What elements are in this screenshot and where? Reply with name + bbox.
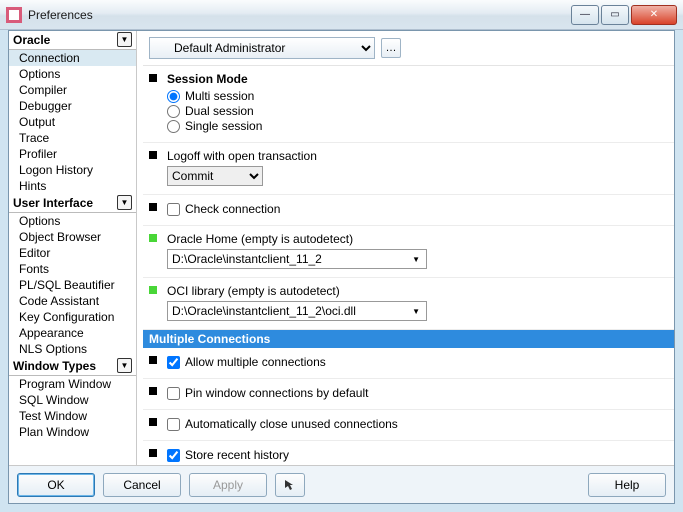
check-connection-block: Check connection [143,195,674,226]
titlebar: Preferences — ▭ ✕ [0,0,683,30]
nav-item[interactable]: Key Configuration [9,309,136,325]
nav-item[interactable]: Appearance [9,325,136,341]
logoff-label: Logoff with open transaction [167,149,664,163]
check-connection-checkbox[interactable]: Check connection [167,202,664,216]
pointer-help-icon [283,478,297,492]
marker-icon [149,356,157,364]
nav-section-user-interface[interactable]: User Interface ▼ [9,194,136,213]
marker-icon [149,387,157,395]
nav-item[interactable]: PL/SQL Beautifier [9,277,136,293]
oracle-home-field[interactable]: D:\Oracle\instantclient_11_2▼ [167,249,427,269]
autoclose-block: Automatically close unused connections [143,410,674,441]
nav-section-window-types[interactable]: Window Types ▼ [9,357,136,376]
help-button[interactable]: Help [588,473,666,497]
logoff-select[interactable]: Commit [167,166,263,186]
oci-library-field[interactable]: D:\Oracle\instantclient_11_2\oci.dll▼ [167,301,427,321]
nav-item-trace[interactable]: Trace [9,130,136,146]
nav-item-compiler[interactable]: Compiler [9,82,136,98]
store-history-block: Store recent history [143,441,674,465]
nav-item-debugger[interactable]: Debugger [9,98,136,114]
nav-item[interactable]: Editor [9,245,136,261]
nav-item[interactable]: Object Browser [9,229,136,245]
nav-item[interactable]: Test Window [9,408,136,424]
nav-item[interactable]: Program Window [9,376,136,392]
apply-button[interactable]: Apply [189,473,267,497]
nav-item[interactable]: NLS Options [9,341,136,357]
minimize-button[interactable]: — [571,5,599,25]
nav-section-label: Oracle [13,33,50,47]
pin-window-block: Pin window connections by default [143,379,674,410]
profile-picker: Default Administrator … [149,37,401,59]
marker-icon [149,151,157,159]
client-area: Oracle ▼ Connection Options Compiler Deb… [8,30,675,504]
logoff-block: Logoff with open transaction Commit [143,143,674,195]
nav-item[interactable]: SQL Window [9,392,136,408]
nav-item[interactable]: Options [9,213,136,229]
allow-multiple-block: Allow multiple connections [143,348,674,379]
oci-library-label: OCI library (empty is autodetect) [167,284,664,298]
main-panel: Default Administrator … Session Mode Mul… [137,31,674,465]
chevron-down-icon[interactable]: ▼ [117,358,132,373]
marker-icon [149,74,157,82]
radio-dual-session[interactable]: Dual session [167,104,664,118]
settings-scroll[interactable]: Session Mode Multi session Dual session … [143,65,674,465]
nav-item-options[interactable]: Options [9,66,136,82]
oracle-home-block: Oracle Home (empty is autodetect) D:\Ora… [143,226,674,278]
session-mode-label: Session Mode [167,72,664,86]
marker-icon [149,234,157,242]
nav-item-hints[interactable]: Hints [9,178,136,194]
multiple-connections-header: Multiple Connections [143,330,674,348]
nav-section-oracle[interactable]: Oracle ▼ [9,31,136,50]
chevron-down-icon[interactable]: ▼ [117,32,132,47]
profile-select[interactable]: Default Administrator [149,37,375,59]
oracle-home-label: Oracle Home (empty is autodetect) [167,232,664,246]
nav-section-label: User Interface [13,196,93,210]
nav-item-logon-history[interactable]: Logon History [9,162,136,178]
button-bar: OK Cancel Apply Help [9,465,674,503]
session-mode-block: Session Mode Multi session Dual session … [143,66,674,143]
nav-item-output[interactable]: Output [9,114,136,130]
ok-button[interactable]: OK [17,473,95,497]
radio-single-session[interactable]: Single session [167,119,664,133]
nav-section-label: Window Types [13,359,96,373]
app-icon [6,7,22,23]
nav-item-connection[interactable]: Connection [9,50,136,66]
nav-item-profiler[interactable]: Profiler [9,146,136,162]
category-tree: Oracle ▼ Connection Options Compiler Deb… [9,31,137,465]
chevron-down-icon: ▼ [412,255,426,264]
marker-icon [149,203,157,211]
oci-library-block: OCI library (empty is autodetect) D:\Ora… [143,278,674,330]
allow-multiple-checkbox[interactable]: Allow multiple connections [167,355,664,369]
maximize-button[interactable]: ▭ [601,5,629,25]
pin-window-checkbox[interactable]: Pin window connections by default [167,386,664,400]
radio-multi-session[interactable]: Multi session [167,89,664,103]
autoclose-checkbox[interactable]: Automatically close unused connections [167,417,664,431]
chevron-down-icon[interactable]: ▼ [117,195,132,210]
chevron-down-icon: ▼ [412,307,426,316]
nav-item[interactable]: Fonts [9,261,136,277]
context-help-button[interactable] [275,473,305,497]
marker-icon [149,286,157,294]
cancel-button[interactable]: Cancel [103,473,181,497]
marker-icon [149,418,157,426]
nav-item[interactable]: Code Assistant [9,293,136,309]
close-button[interactable]: ✕ [631,5,677,25]
marker-icon [149,449,157,457]
nav-item[interactable]: Plan Window [9,424,136,440]
window-title: Preferences [28,8,571,22]
store-history-checkbox[interactable]: Store recent history [167,448,664,462]
profile-browse-button[interactable]: … [381,38,401,58]
